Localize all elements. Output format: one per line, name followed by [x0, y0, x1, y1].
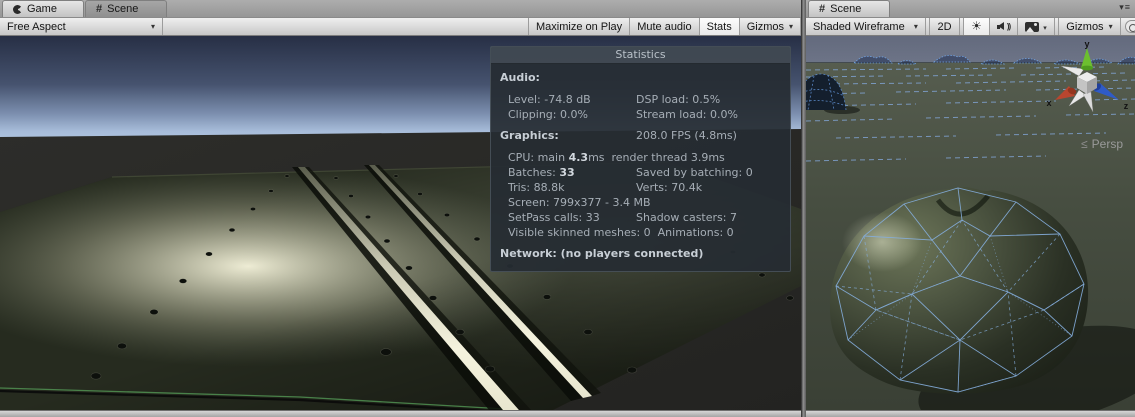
tab-scene[interactable]: Scene — [808, 0, 890, 17]
audio-row-1: Level: -74.8 dB DSP load: 0.5% — [499, 92, 782, 107]
stats-label: Stats — [707, 21, 732, 33]
game-toolbar: Free Aspect Maximize on Play Mute audio … — [0, 18, 801, 36]
render-mode-label: Shaded Wireframe — [813, 21, 905, 33]
scene-grid-icon — [819, 3, 825, 15]
graphics-heading: Graphics: — [499, 128, 636, 144]
audio-toggle-button[interactable]: )) — [990, 18, 1018, 35]
lighting-toggle-button[interactable] — [963, 18, 990, 35]
speaker-icon — [997, 21, 1006, 32]
search-input[interactable] — [1125, 20, 1135, 33]
screen-row: Screen: 799x377 - 3.4 MB — [499, 195, 782, 210]
statistics-title: Statistics — [491, 47, 790, 64]
scene-grid-icon — [96, 3, 102, 15]
chevron-down-icon — [789, 22, 793, 31]
game-panel: Game Scene Free Aspect Maximize on Play … — [0, 0, 801, 417]
tab-scene-docked[interactable]: Scene — [85, 0, 167, 17]
sun-icon — [971, 20, 982, 33]
maximize-on-play-button[interactable]: Maximize on Play — [528, 18, 630, 35]
game-tabstrip: Game Scene — [0, 0, 801, 18]
tab-game-label: Game — [27, 3, 57, 15]
window-bottom-edge — [806, 410, 1135, 417]
setpass-row: SetPass calls: 33 Shadow casters: 7 — [499, 210, 782, 225]
graphics-heading-row: Graphics: 208.0 FPS (4.8ms) — [499, 128, 782, 144]
render-mode-dropdown[interactable]: Shaded Wireframe — [806, 18, 926, 35]
axis-y-label: y — [1084, 42, 1089, 49]
maximize-on-play-label: Maximize on Play — [536, 21, 622, 33]
statistics-overlay: Statistics Audio: Level: -74.8 dB DSP lo… — [490, 46, 791, 272]
fps-value: 208.0 FPS (4.8ms) — [636, 128, 737, 144]
tab-game[interactable]: Game — [2, 0, 84, 17]
2d-label: 2D — [937, 21, 951, 33]
axis-gizmo[interactable]: y x z — [1041, 42, 1133, 122]
sound-waves-icon: )) — [1007, 22, 1010, 31]
hamburger-menu-icon: ≡ — [1125, 2, 1131, 12]
audio-heading: Audio: — [499, 70, 782, 86]
batches-row: Batches: 33 Saved by batching: 0 — [499, 165, 782, 180]
game-view-icon — [13, 5, 22, 14]
2d-toggle-button[interactable]: 2D — [929, 18, 959, 35]
chevron-down-icon — [914, 22, 918, 31]
perspective-toggle[interactable]: Persp — [1081, 137, 1123, 151]
audio-row-2: Clipping: 0.0% Stream load: 0.0% — [499, 107, 782, 122]
stats-button[interactable]: Stats — [700, 18, 740, 35]
window-bottom-edge — [0, 410, 801, 417]
perspective-icon — [1081, 137, 1088, 151]
tris-row: Tris: 88.8k Verts: 70.4k — [499, 180, 782, 195]
network-heading: Network: (no players connected) — [499, 246, 782, 262]
image-effects-icon — [1025, 22, 1039, 32]
game-gizmos-label: Gizmos — [747, 21, 784, 33]
mute-audio-label: Mute audio — [637, 21, 691, 33]
scene-gizmos-dropdown[interactable]: Gizmos — [1058, 18, 1120, 35]
scene-toolbar: Shaded Wireframe 2D )) Gizmos — [806, 18, 1135, 36]
pane-menu-icons[interactable]: ▾≡ — [1119, 2, 1131, 13]
unity-editor-window: Game Scene Free Aspect Maximize on Play … — [0, 0, 1135, 417]
scene-viewport[interactable]: y x z Persp — [806, 36, 1135, 410]
aspect-dropdown-label: Free Aspect — [7, 21, 66, 33]
chevron-down-icon — [1043, 21, 1047, 33]
cpu-row: CPU: main 4.3ms render thread 3.9ms — [499, 150, 782, 165]
axis-x-label: x — [1046, 98, 1051, 108]
persp-label: Persp — [1092, 137, 1123, 151]
chevron-down-icon — [151, 22, 155, 31]
mute-audio-button[interactable]: Mute audio — [630, 18, 699, 35]
game-gizmos-dropdown[interactable]: Gizmos — [740, 18, 801, 35]
axis-z-label: z — [1124, 101, 1129, 111]
scene-gizmos-label: Gizmos — [1066, 21, 1103, 33]
scene-tab-label: Scene — [830, 3, 861, 15]
scene-panel: Scene ▾≡ Shaded Wireframe 2D )) — [806, 0, 1135, 417]
game-viewport[interactable]: Statistics Audio: Level: -74.8 dB DSP lo… — [0, 36, 801, 410]
aspect-dropdown[interactable]: Free Aspect — [0, 18, 163, 35]
chevron-down-icon — [1109, 22, 1113, 31]
scene-tabstrip: Scene ▾≡ — [806, 0, 1135, 18]
tab-scene-label: Scene — [107, 3, 138, 15]
skinned-row: Visible skinned meshes: 0 Animations: 0 — [499, 225, 782, 240]
effects-dropdown-button[interactable] — [1018, 18, 1055, 35]
